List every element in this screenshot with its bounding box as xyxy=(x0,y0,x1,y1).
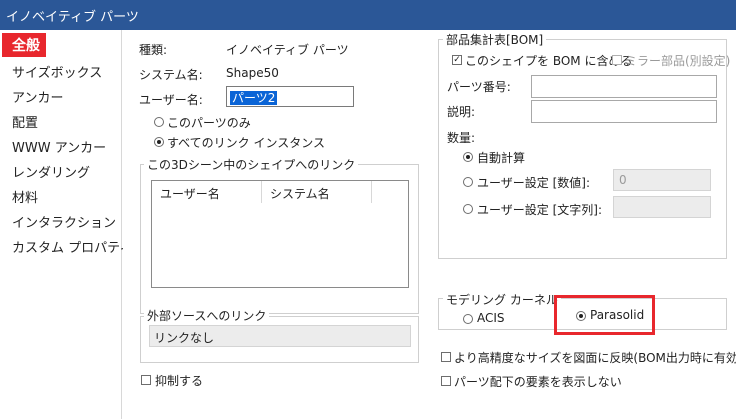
modeling-kernel-group-label: モデリング カーネル xyxy=(443,291,561,308)
system-name-value: Shape50 xyxy=(226,66,279,80)
user-name-input[interactable]: パーツ2 xyxy=(226,86,354,107)
mirror-part-checkbox[interactable] xyxy=(612,55,622,65)
radio-user-numeric[interactable] xyxy=(463,177,473,187)
acis-label: ACIS xyxy=(477,311,505,325)
radio-all-links[interactable] xyxy=(154,137,164,147)
suppress-checkbox[interactable] xyxy=(141,375,151,385)
radio-this-part-label: このパーツのみ xyxy=(167,116,251,130)
bom-include-label: このシェイプを BOM に含める xyxy=(465,54,633,68)
window-title-bar: イノベイティブ パーツ xyxy=(0,0,736,30)
sidebar-item-anchor[interactable]: アンカー xyxy=(12,87,63,106)
radio-parasolid[interactable] xyxy=(576,311,586,321)
description-label: 説明: xyxy=(447,105,476,119)
user-string-input[interactable] xyxy=(613,196,711,218)
user-numeric-label: ユーザー設定 [数値]: xyxy=(477,176,590,190)
quantity-label: 数量: xyxy=(447,131,476,145)
reflect-precise-size-label: より高精度なサイズを図面に反映(BOM出力時に有効) xyxy=(454,351,736,365)
bom-include-checkbox[interactable] xyxy=(452,55,462,65)
sidebar: 全般 サイズボックス アンカー 配置 WWW アンカー レンダリング 材料 イン… xyxy=(0,30,132,419)
window-title: イノベイティブ パーツ xyxy=(6,10,139,25)
sidebar-item-www-anchor[interactable]: WWW アンカー xyxy=(12,137,106,156)
user-numeric-value: 0 xyxy=(619,173,627,187)
reflect-precise-size-checkbox[interactable] xyxy=(441,352,451,362)
user-string-label: ユーザー設定 [文字列]: xyxy=(477,203,602,217)
suppress-label: 抑制する xyxy=(155,374,204,388)
sidebar-item-size-box[interactable]: サイズボックス xyxy=(12,62,102,81)
sidebar-item-rendering[interactable]: レンダリング xyxy=(12,162,90,181)
bom-group-label: 部品集計表[BOM] xyxy=(443,31,547,48)
links-group-label: この3Dシーン中のシェイプへのリンク xyxy=(144,156,359,173)
type-label: 種類: xyxy=(139,43,168,57)
external-source-value: リンクなし xyxy=(154,331,215,345)
auto-calc-label: 自動計算 xyxy=(477,151,526,165)
sidebar-item-general[interactable]: 全般 xyxy=(2,33,46,57)
radio-all-links-label: すべてのリンク インスタンス xyxy=(167,136,326,150)
sidebar-item-material[interactable]: 材料 xyxy=(12,187,38,206)
parasolid-label: Parasolid xyxy=(590,308,645,322)
sidebar-item-custom-properties[interactable]: カスタム プロパティ xyxy=(12,237,132,256)
column-header-system-name[interactable]: システム名 xyxy=(262,181,372,203)
external-source-field: リンクなし xyxy=(149,325,411,347)
radio-this-part[interactable] xyxy=(154,117,164,127)
external-source-group-label: 外部ソースへのリンク xyxy=(144,307,270,324)
links-list[interactable]: ユーザー名 システム名 xyxy=(151,180,409,288)
sidebar-item-interaction[interactable]: インタラクション xyxy=(12,212,116,231)
user-name-label: ユーザー名: xyxy=(139,93,203,107)
general-panel: 種類: イノベイティブ パーツ システム名: Shape50 ユーザー名: パー… xyxy=(123,30,736,419)
user-name-value: パーツ2 xyxy=(230,91,278,105)
user-numeric-input[interactable]: 0 xyxy=(613,169,711,191)
part-number-label: パーツ番号: xyxy=(447,80,511,94)
column-header-user-name[interactable]: ユーザー名 xyxy=(152,181,262,203)
radio-acis[interactable] xyxy=(463,314,473,324)
description-input[interactable] xyxy=(531,100,717,123)
hide-child-elements-label: パーツ配下の要素を表示しない xyxy=(454,375,622,389)
hide-child-elements-checkbox[interactable] xyxy=(441,376,451,386)
radio-auto-calc[interactable] xyxy=(463,152,473,162)
part-number-input[interactable] xyxy=(531,75,717,98)
type-value: イノベイティブ パーツ xyxy=(226,43,349,57)
sidebar-item-position[interactable]: 配置 xyxy=(12,112,38,131)
system-name-label: システム名: xyxy=(139,68,203,82)
radio-user-string[interactable] xyxy=(463,204,473,214)
mirror-part-label: ミラー部品(別設定) xyxy=(625,54,731,68)
